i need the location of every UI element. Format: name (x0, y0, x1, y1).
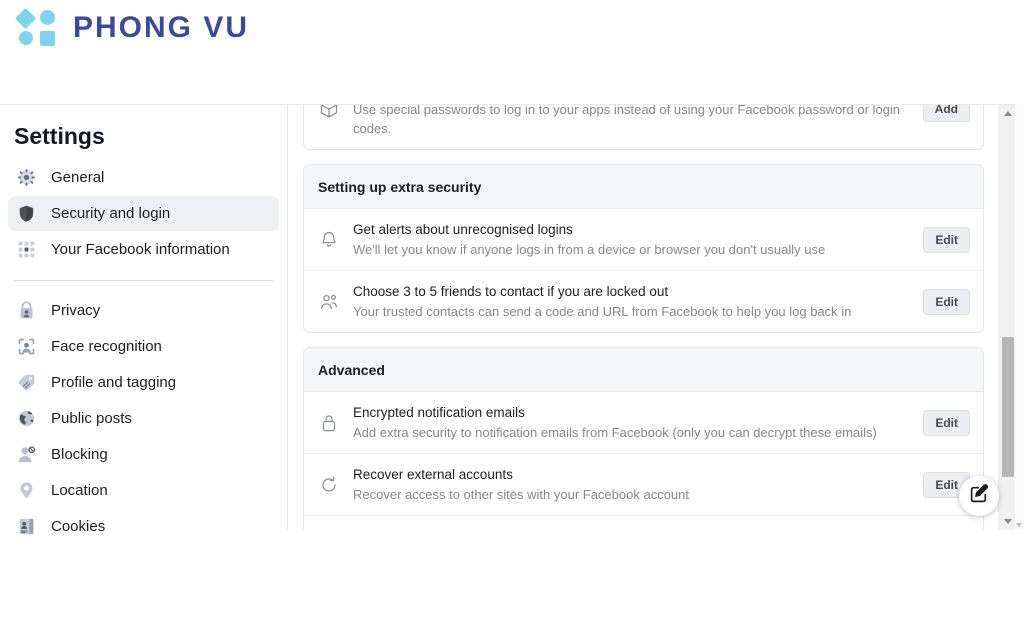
row-text: Get alerts about unrecognised logins We'… (353, 220, 910, 259)
sidebar-item-location[interactable]: Location (8, 473, 279, 508)
chevron-down-icon (1003, 519, 1012, 524)
sidebar-item-privacy[interactable]: Privacy (8, 293, 279, 328)
page-scrollbar-down-button[interactable] (1015, 520, 1023, 529)
scrollbar-up-button[interactable] (999, 105, 1016, 122)
content-frame: Settings General Security and login Your… (0, 104, 1024, 535)
row-text: Encrypted notification emails Add extra … (353, 403, 910, 442)
sidebar-item-label: Public posts (51, 410, 132, 427)
logo-circle-bottom-left-shape (19, 31, 33, 45)
gear-icon (16, 167, 37, 188)
row-text: App passwords Use special passwords to l… (353, 105, 910, 138)
logo-diamond-shape (14, 7, 37, 30)
sidebar-item-general[interactable]: General (8, 160, 279, 195)
row-subtitle: Use special passwords to log in to your … (353, 105, 901, 136)
sidebar-item-label: Your Facebook information (51, 241, 230, 258)
row-text: Recover external accounts Recover access… (353, 465, 910, 504)
scrollbar-down-button[interactable] (999, 513, 1016, 530)
page-scrollbar[interactable] (1015, 104, 1024, 529)
map-pin-icon (16, 480, 37, 501)
person-block-icon (16, 444, 37, 465)
advanced-card: Advanced Encrypted notification emails A… (303, 347, 984, 530)
compose-floating-action-button[interactable] (959, 476, 999, 516)
compose-edit-icon (969, 483, 990, 509)
page-title: Settings (14, 123, 105, 149)
section-heading: Advanced (304, 348, 983, 392)
row-encrypted-notification-emails[interactable]: Encrypted notification emails Add extra … (304, 392, 983, 454)
logo-square-bottom-right-shape (40, 31, 55, 46)
edit-button[interactable]: Edit (923, 288, 970, 315)
shield-icon (16, 203, 37, 224)
row-recover-external-accounts[interactable]: Recover external accounts Recover access… (304, 454, 983, 516)
sidebar-item-label: Cookies (51, 518, 106, 535)
chevron-up-icon (1003, 111, 1012, 116)
row-see-recent-emails[interactable]: See recent emails from Facebook See a li… (304, 516, 983, 530)
row-title: See recent emails from Facebook (353, 527, 906, 530)
sidebar-item-security-and-login[interactable]: Security and login (8, 196, 279, 231)
face-scan-icon (16, 336, 37, 357)
row-title: Get alerts about unrecognised logins (353, 222, 573, 237)
app-passwords-card: App passwords Use special passwords to l… (303, 105, 984, 150)
scrollbar-thumb[interactable] (1002, 337, 1014, 477)
sidebar-item-label: Face recognition (51, 338, 162, 355)
add-button[interactable]: Add (922, 105, 970, 122)
sidebar-item-label: Blocking (51, 446, 108, 463)
sidebar-item-your-facebook-information[interactable]: Your Facebook information (8, 232, 279, 267)
brand-wordmark: PHONG VU (73, 10, 250, 44)
row-unrecognised-login-alerts[interactable]: Get alerts about unrecognised logins We'… (304, 209, 983, 271)
sidebar-item-public-posts[interactable]: Public posts (8, 401, 279, 436)
padlock-icon (318, 412, 340, 434)
row-subtitle: Your trusted contacts can send a code an… (353, 304, 852, 319)
section-heading: Setting up extra security (304, 165, 983, 209)
tag-icon (16, 372, 37, 393)
sidebar-item-face-recognition[interactable]: Face recognition (8, 329, 279, 364)
row-title: Choose 3 to 5 friends to contact if you … (353, 284, 669, 299)
sidebar-item-label: Privacy (51, 302, 101, 319)
sidebar-item-label: Security and login (51, 205, 171, 222)
row-app-passwords[interactable]: App passwords Use special passwords to l… (304, 105, 983, 149)
sidebar-item-blocking[interactable]: Blocking (8, 437, 279, 472)
phong-vu-logo-mark-icon (14, 7, 60, 46)
sidebar-item-cookies[interactable]: Cookies (8, 509, 279, 544)
main-content-scrollbar[interactable] (998, 105, 1015, 530)
row-subtitle: We'll let you know if anyone logs in fro… (353, 242, 826, 257)
sidebar-group-account: General Security and login Your Facebook… (8, 160, 279, 267)
main-scroll-region: App passwords Use special passwords to l… (289, 105, 998, 530)
sidebar-item-label: Location (51, 482, 108, 499)
edit-button[interactable]: Edit (923, 226, 970, 253)
row-text: Choose 3 to 5 friends to contact if you … (353, 282, 910, 321)
sidebar-item-label: General (51, 169, 105, 186)
row-trusted-contacts[interactable]: Choose 3 to 5 friends to contact if you … (304, 271, 983, 332)
cube-icon (318, 105, 340, 120)
setting-up-extra-security-card: Setting up extra security Get alerts abo… (303, 164, 984, 333)
chevron-down-icon (1016, 522, 1022, 527)
logo-circle-top-right-shape (40, 10, 55, 25)
grid-dots-icon (16, 239, 37, 260)
row-title: Encrypted notification emails (353, 405, 525, 420)
cookie-card-icon (16, 516, 37, 537)
sidebar-item-profile-and-tagging[interactable]: Profile and tagging (8, 365, 279, 400)
edit-button[interactable]: Edit (923, 409, 970, 436)
globe-icon (16, 408, 37, 429)
row-subtitle: Recover access to other sites with your … (353, 487, 689, 502)
refresh-icon (318, 474, 340, 496)
sidebar-divider (14, 280, 273, 281)
brand-logo[interactable]: PHONG VU (14, 7, 250, 46)
bell-icon (318, 229, 340, 251)
row-title: Recover external accounts (353, 467, 513, 482)
sidebar-group-privacy: Privacy Face recognition Profile and tag… (8, 293, 279, 544)
friends-icon (318, 291, 340, 313)
settings-sidebar: Settings General Security and login Your… (0, 105, 288, 535)
row-subtitle: Add extra security to notification email… (353, 425, 877, 440)
settings-main-content: App passwords Use special passwords to l… (289, 105, 1024, 530)
brand-header: PHONG VU (0, 0, 1024, 104)
row-text: See recent emails from Facebook See a li… (353, 527, 906, 530)
lock-person-icon (16, 300, 37, 321)
sidebar-item-label: Profile and tagging (51, 374, 177, 391)
